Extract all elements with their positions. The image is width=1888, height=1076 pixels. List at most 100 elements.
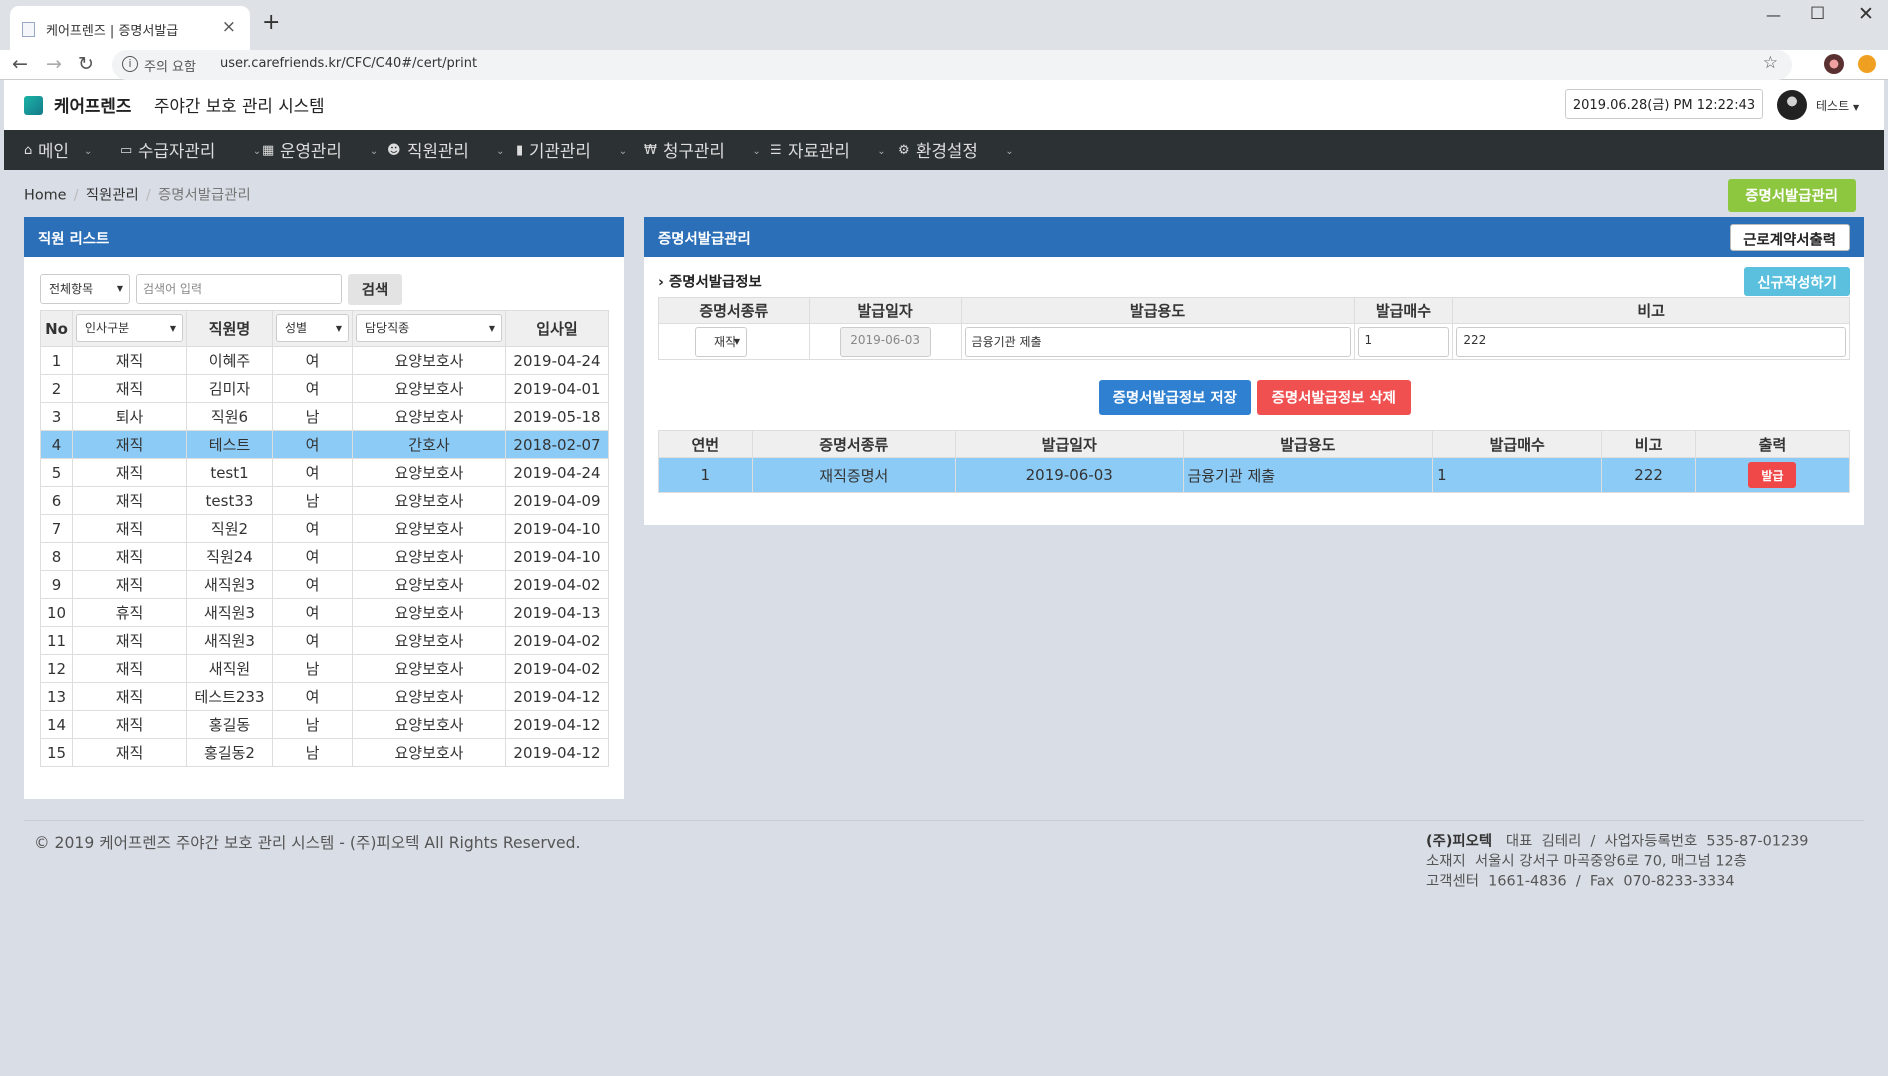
cell-name: 테스트233	[186, 682, 273, 711]
close-window-icon[interactable]: ✕	[1858, 3, 1874, 25]
cell-name: 홍길동2	[186, 738, 273, 767]
table-row[interactable]: 8 재직 직원24 여 요양보호사 2019-04-10	[40, 542, 609, 571]
reload-icon[interactable]: ↻	[78, 53, 94, 75]
id-card-icon: ▭	[120, 143, 133, 158]
new-entry-button[interactable]: 신규작성하기	[1744, 267, 1850, 296]
menu-operations[interactable]: ▦ 운영관리 ⌄	[262, 139, 378, 162]
cell-hired: 2019-04-12	[505, 710, 609, 739]
table-row[interactable]: 4 재직 테스트 여 간호사 2018-02-07	[40, 430, 609, 459]
cell-name: 새직원3	[186, 598, 273, 627]
cell-job: 요양보호사	[352, 738, 506, 767]
save-cert-button[interactable]: 증명서발급정보 저장	[1099, 380, 1251, 415]
cell-copies: 1	[1432, 457, 1603, 493]
cell-no: 14	[40, 710, 73, 739]
filter-select[interactable]: 전체항목 ▼	[40, 274, 130, 304]
cell-gender: 여	[272, 542, 353, 571]
cell-status: 재직	[72, 374, 187, 403]
extension-icon[interactable]	[1858, 55, 1876, 73]
search-button[interactable]: 검색	[348, 274, 402, 305]
menu-main[interactable]: ⌂ 메인 ⌄	[24, 139, 92, 162]
avatar[interactable]	[1777, 90, 1807, 120]
table-row[interactable]: 6 재직 test33 남 요양보호사 2019-04-09	[40, 486, 609, 515]
delete-cert-button[interactable]: 증명서발급정보 삭제	[1257, 380, 1411, 415]
cell-job: 요양보호사	[352, 626, 506, 655]
table-row[interactable]: 10 휴직 새직원3 여 요양보호사 2019-04-13	[40, 598, 609, 627]
search-input[interactable]: 검색어 입력	[136, 274, 342, 304]
print-contract-button[interactable]: 근로계약서출력	[1730, 224, 1850, 251]
cell-hired: 2019-04-10	[505, 514, 609, 543]
cell-status: 재직	[72, 486, 187, 515]
col-note: 비고	[1452, 297, 1850, 324]
job-select[interactable]: 담당직종 ▼	[356, 314, 502, 342]
table-row[interactable]: 14 재직 홍길동 남 요양보호사 2019-04-12	[40, 710, 609, 739]
form-header-row: 증명서종류 발급일자 발급용도 발급매수 비고	[658, 297, 1850, 324]
col-type-filter[interactable]: 인사구분 ▼	[72, 310, 187, 347]
security-warning: 주의 요함	[144, 60, 196, 75]
menu-billing[interactable]: ₩ 청구관리 ⌄	[644, 139, 761, 162]
panel-header: 직원 리스트	[24, 217, 624, 257]
bookmark-star-icon[interactable]: ☆	[1763, 53, 1778, 73]
cell-status: 재직	[72, 430, 187, 459]
cell-name: 홍길동	[186, 710, 273, 739]
cert-management-button[interactable]: 증명서발급관리	[1728, 179, 1856, 212]
back-icon[interactable]: ←	[12, 53, 28, 75]
datetime-display: 2019.06.28(금) PM 12:22:43	[1565, 89, 1763, 119]
tab-title: 케어프렌즈 | 증명서발급	[46, 24, 179, 39]
breadcrumb-current: 증명서발급관리	[158, 186, 251, 204]
type-select[interactable]: 인사구분 ▼	[76, 314, 183, 342]
user-menu[interactable]: 테스트 ▼	[1816, 97, 1859, 114]
col-job-filter[interactable]: 담당직종 ▼	[352, 310, 506, 347]
breadcrumb-home[interactable]: Home	[24, 186, 67, 203]
section-title: › 증명서발급정보	[658, 273, 762, 291]
cell-no: 8	[40, 542, 73, 571]
menu-data[interactable]: ☰ 자료관리 ⌄	[770, 139, 886, 162]
col-gender-filter[interactable]: 성별 ▼	[272, 310, 353, 347]
staff-table: No 인사구분 ▼ 직원명 성별 ▼ 담당직종 ▼ 입사일 1 재직 이혜주 여 요양보호사 2…	[40, 310, 609, 767]
cell-print: 발급	[1694, 457, 1851, 493]
cell-no: 12	[40, 654, 73, 683]
minimize-icon[interactable]: —	[1766, 6, 1781, 24]
menu-facility[interactable]: ▮ 기관관리 ⌄	[516, 139, 627, 162]
issue-date-field[interactable]: 2019-06-03	[839, 327, 931, 357]
cert-type-select[interactable]: 재직 ▼	[695, 327, 747, 357]
table-row[interactable]: 9 재직 새직원3 여 요양보호사 2019-04-02	[40, 570, 609, 599]
menu-settings[interactable]: ⚙ 환경설정 ⌄	[898, 139, 1014, 162]
table-row[interactable]: 2 재직 김미자 여 요양보호사 2019-04-01	[40, 374, 609, 403]
browser-tab[interactable]: 케어프렌즈 | 증명서발급 ×	[10, 6, 250, 50]
new-tab-icon[interactable]: +	[262, 10, 280, 35]
maximize-icon[interactable]: ☐	[1810, 4, 1825, 24]
table-row[interactable]: 1 재직증명서 2019-06-03 금융기관 제출 1 222 발급	[658, 457, 1851, 493]
won-icon: ₩	[644, 143, 657, 158]
cell-hired: 2019-04-01	[505, 374, 609, 403]
gender-select[interactable]: 성별 ▼	[276, 314, 349, 342]
table-row[interactable]: 11 재직 새직원3 여 요양보호사 2019-04-02	[40, 626, 609, 655]
table-row[interactable]: 7 재직 직원2 여 요양보호사 2019-04-10	[40, 514, 609, 543]
breadcrumb-staff[interactable]: 직원관리	[86, 186, 139, 203]
issue-button[interactable]: 발급	[1748, 462, 1797, 488]
url-field[interactable]: i 주의 요함 user.carefriends.kr/CFC/C40#/cer…	[112, 50, 1792, 80]
cell-name: 직원6	[186, 402, 273, 431]
info-icon[interactable]: i	[122, 56, 138, 72]
table-row[interactable]: 3 퇴사 직원6 남 요양보호사 2019-05-18	[40, 402, 609, 431]
note-field[interactable]: 222	[1456, 327, 1846, 357]
table-row[interactable]: 15 재직 홍길동2 남 요양보호사 2019-04-12	[40, 738, 609, 767]
col-issue-date: 발급일자	[808, 297, 962, 324]
brand-name[interactable]: 케어프렌즈	[54, 94, 131, 117]
table-row[interactable]: 1 재직 이혜주 여 요양보호사 2019-04-24	[40, 346, 609, 375]
extension-icon[interactable]	[1824, 54, 1844, 74]
cell-job: 요양보호사	[352, 654, 506, 683]
table-row[interactable]: 13 재직 테스트233 여 요양보호사 2019-04-12	[40, 682, 609, 711]
menu-staff[interactable]: ☻ 직원관리 ⌄	[387, 139, 504, 162]
cell-gender: 여	[272, 346, 353, 375]
table-header-row: No 인사구분 ▼ 직원명 성별 ▼ 담당직종 ▼ 입사일	[40, 310, 609, 347]
copies-field[interactable]: 1	[1357, 327, 1450, 357]
cell-gender: 남	[272, 654, 353, 683]
purpose-field[interactable]: 금융기관 제출	[964, 327, 1351, 357]
table-row[interactable]: 12 재직 새직원 남 요양보호사 2019-04-02	[40, 654, 609, 683]
table-row[interactable]: 5 재직 test1 여 요양보호사 2019-04-24	[40, 458, 609, 487]
cell-job: 요양보호사	[352, 346, 506, 375]
close-tab-icon[interactable]: ×	[222, 17, 236, 37]
forward-icon[interactable]: →	[46, 53, 62, 75]
cell-status: 재직	[72, 570, 187, 599]
menu-recipients[interactable]: ▭ 수급자관리 ⌄	[120, 139, 261, 162]
